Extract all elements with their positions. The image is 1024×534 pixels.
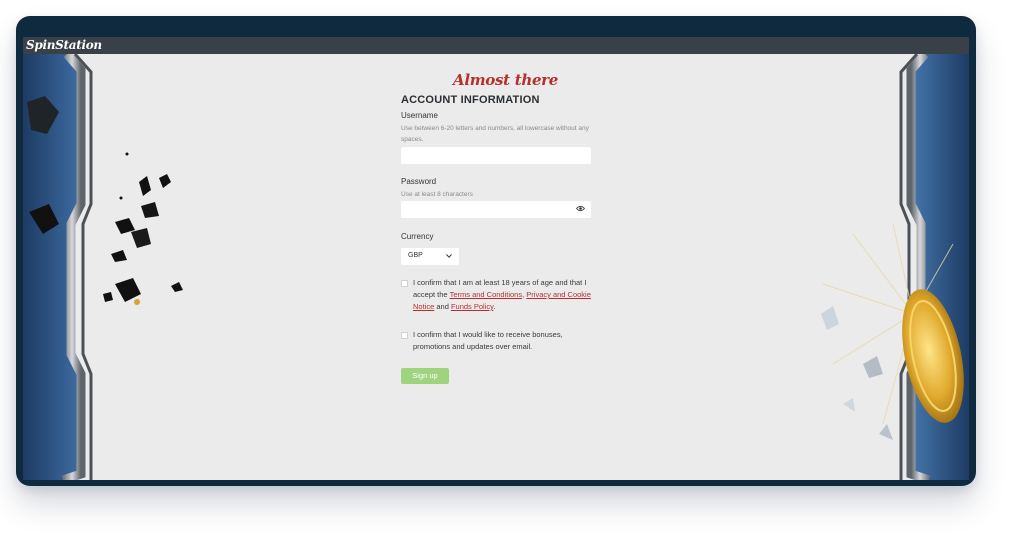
eye-icon[interactable] [576,205,585,212]
marketing-consent-text: I confirm that I would like to receive b… [413,330,563,351]
page-headline: Almost there [453,71,559,89]
username-input[interactable] [401,147,591,164]
top-bar: SpinStation [23,37,969,54]
username-label: Username [401,111,438,120]
browser-screen: SpinStation Almost there ACCOUNT INFORMA… [23,37,969,480]
age-consent-text: I confirm that I am at least 18 years of… [413,277,593,313]
password-input[interactable] [401,201,591,218]
password-label: Password [401,177,437,186]
currency-select[interactable]: GBP [401,248,459,265]
gold-coin-graphic [821,224,964,440]
device-frame: SpinStation Almost there ACCOUNT INFORMA… [16,16,976,486]
age-consent-suffix: . [493,302,496,311]
age-consent-checkbox[interactable] [401,280,408,287]
currency-value: GBP [408,252,423,259]
asteroid-debris-graphic [103,152,183,305]
signup-page: Almost there ACCOUNT INFORMATION Usernam… [23,54,969,480]
chevron-down-icon [446,254,452,258]
username-hint: Use between 6-20 letters and numbers, al… [401,125,589,143]
sign-up-button[interactable]: Sign up [401,368,449,384]
currency-label: Currency [401,232,434,241]
marketing-consent-checkbox[interactable] [401,332,408,339]
funds-policy-link[interactable]: Funds Policy [451,302,493,311]
age-consent-sep2: and [434,302,451,311]
terms-link[interactable]: Terms and Conditions [450,290,523,299]
password-hint: Use at least 8 characters [401,191,473,198]
site-logo[interactable]: SpinStation [26,37,102,54]
section-title: ACCOUNT INFORMATION [401,94,540,106]
